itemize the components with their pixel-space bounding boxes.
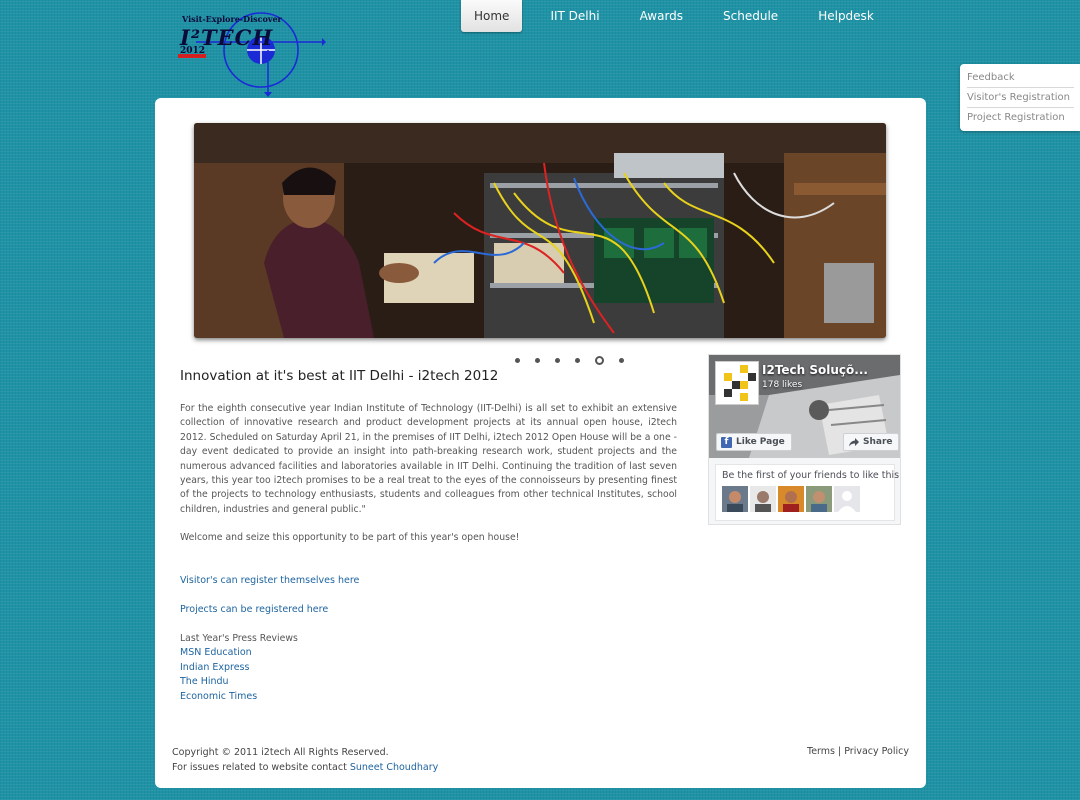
footer-contact-link[interactable]: Suneet Choudhary	[350, 762, 438, 773]
top-nav: Home IIT Delhi Awards Schedule Helpdesk	[461, 0, 894, 32]
press-link-indian-express[interactable]: Indian Express	[180, 662, 249, 673]
project-register-link[interactable]: Projects can be registered here	[180, 604, 328, 615]
footer-copyright: Copyright © 2011 i2tech All Rights Reser…	[172, 747, 389, 758]
slider-dot[interactable]	[535, 358, 540, 363]
footer-links: Terms | Privacy Policy	[807, 746, 909, 757]
fb-like-label: Like Page	[736, 437, 785, 447]
press-link-the-hindu[interactable]: The Hindu	[180, 676, 229, 687]
fb-share-label: Share	[863, 437, 893, 447]
side-menu: Feedback Visitor's Registration Project …	[960, 64, 1080, 131]
slider-dot[interactable]	[515, 358, 520, 363]
share-icon	[849, 437, 859, 446]
fb-share-button[interactable]: Share	[843, 433, 899, 451]
logo-year: 2012	[180, 46, 206, 56]
slider-dot-active[interactable]	[595, 356, 604, 365]
footer-contact: For issues related to website contact Su…	[172, 761, 438, 776]
site-logo[interactable]: Visit-Explore-Discover I²TECH 2012	[176, 8, 326, 98]
footer-terms-link[interactable]: Terms	[807, 746, 835, 757]
fb-friend-faces	[722, 486, 888, 512]
slider-dot[interactable]	[575, 358, 580, 363]
fb-like-count: 178 likes	[762, 380, 803, 390]
intro-paragraph: For the eighth consecutive year Indian I…	[180, 403, 677, 515]
page-headline: Innovation at it's best at IIT Delhi - i…	[180, 368, 499, 384]
side-item-project-registration[interactable]: Project Registration	[967, 108, 1074, 128]
footer-contact-text: For issues related to website contact	[172, 761, 347, 773]
logo-tagline: Visit-Explore-Discover	[182, 14, 282, 24]
side-item-visitor-registration[interactable]: Visitor's Registration	[967, 88, 1074, 108]
side-item-feedback[interactable]: Feedback	[967, 68, 1074, 88]
friend-avatar[interactable]	[806, 486, 832, 512]
friend-avatar-placeholder[interactable]	[834, 486, 860, 512]
nav-schedule[interactable]: Schedule	[703, 0, 798, 32]
nav-home[interactable]: Home	[461, 0, 523, 32]
nav-helpdesk[interactable]: Helpdesk	[798, 0, 894, 32]
press-reviews-heading: Last Year's Press Reviews	[180, 633, 298, 644]
footer-separator: |	[838, 746, 842, 757]
banner-lab-photo	[194, 123, 886, 338]
friend-avatar[interactable]	[778, 486, 804, 512]
slider-dot[interactable]	[555, 358, 560, 363]
press-link-msn[interactable]: MSN Education	[180, 647, 252, 658]
friend-avatar[interactable]	[750, 486, 776, 512]
facebook-page-widget: I2Tech Soluçõ... 178 likes f Like Page S…	[708, 354, 901, 525]
fb-page-name[interactable]: I2Tech Soluçõ...	[762, 363, 868, 377]
footer-privacy-link[interactable]: Privacy Policy	[844, 746, 909, 757]
fb-page-logo[interactable]	[715, 361, 759, 405]
slider-dot[interactable]	[619, 358, 624, 363]
press-link-economic-times[interactable]: Economic Times	[180, 691, 257, 702]
fb-friends-box: Be the first of your friends to like thi…	[715, 464, 900, 521]
friend-avatar[interactable]	[722, 486, 748, 512]
fb-friends-text: Be the first of your friends to like thi…	[722, 470, 900, 481]
fb-like-page-button[interactable]: f Like Page	[716, 433, 792, 451]
nav-awards[interactable]: Awards	[620, 0, 703, 32]
slider-dots	[515, 356, 639, 365]
facebook-icon: f	[721, 436, 732, 448]
visitor-register-link[interactable]: Visitor's can register themselves here	[180, 575, 359, 586]
nav-iit-delhi[interactable]: IIT Delhi	[522, 0, 619, 32]
banner-slideshow[interactable]	[194, 123, 886, 338]
welcome-text: Welcome and seize this opportunity to be…	[180, 532, 520, 543]
main-card: Innovation at it's best at IIT Delhi - i…	[155, 98, 926, 788]
footer-copyright-block: Copyright © 2011 i2tech All Rights Reser…	[172, 746, 438, 775]
